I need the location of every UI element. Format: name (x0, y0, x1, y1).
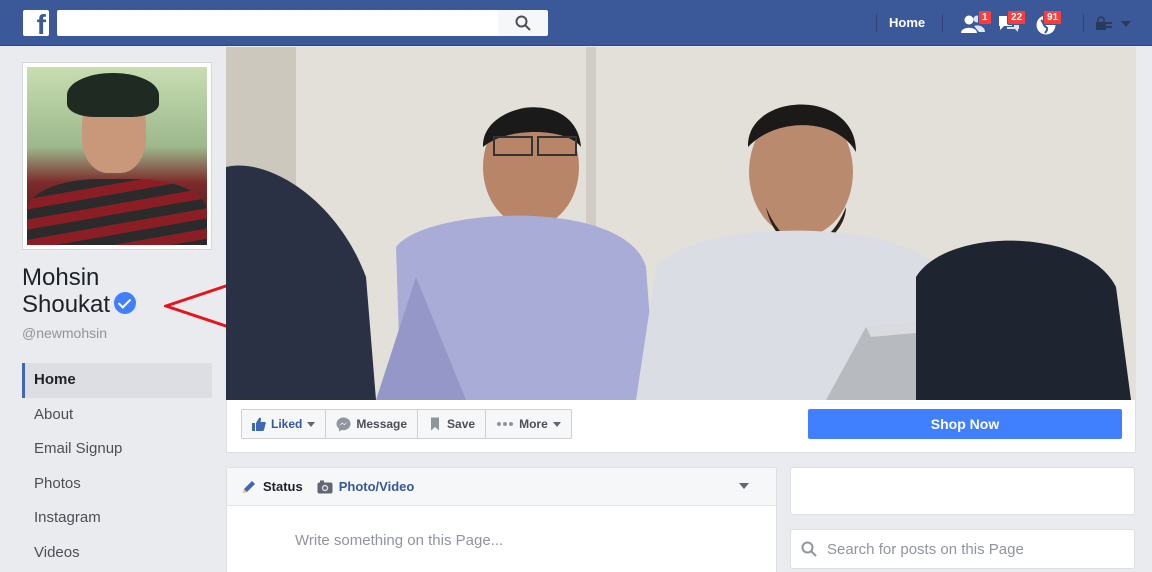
friend-requests-button[interactable]: 1 (958, 10, 992, 38)
photo-shirt (27, 179, 207, 245)
sidebar-item-about[interactable]: About (22, 398, 212, 433)
page-sidebar-nav: Home About Email Signup Photos Instagram… (22, 363, 212, 570)
facebook-logo-icon[interactable]: f (23, 10, 49, 36)
page-name-line2-text: Shoukat (22, 291, 111, 318)
pencil-icon (243, 480, 255, 493)
shop-now-button[interactable]: Shop Now (808, 409, 1122, 439)
sidebar-item-videos[interactable]: Videos (22, 536, 212, 571)
lock-icon (1096, 16, 1131, 30)
profile-photo (27, 67, 207, 245)
top-navigation-bar: f Home 1 22 91 (0, 0, 1152, 46)
logo-letter: f (36, 10, 46, 37)
more-label: More (519, 417, 548, 431)
cover-photo[interactable] (226, 47, 1136, 400)
composer-text-input[interactable]: Write something on this Page... (295, 532, 503, 549)
page-posts-search-placeholder: Search for posts on this Page (827, 540, 1024, 558)
page-username[interactable]: @newmohsin (22, 325, 107, 341)
search-button[interactable] (498, 10, 548, 36)
search-icon (515, 15, 531, 31)
cover-photo-illustration (226, 47, 1136, 400)
page-action-buttons: Liked Message Save More (241, 409, 572, 439)
chevron-down-icon (552, 421, 561, 427)
search-input[interactable] (57, 10, 498, 36)
composer-tabs: Status Photo/Video (227, 468, 776, 506)
page-name-line2: Shoukat (22, 291, 137, 318)
messages-badge: 22 (1007, 10, 1027, 25)
liked-label: Liked (271, 417, 303, 431)
thumbs-up-icon (252, 417, 266, 431)
tab-status-label: Status (263, 479, 303, 494)
message-label: Message (356, 417, 408, 431)
save-label: Save (447, 417, 476, 431)
more-button[interactable]: More (486, 410, 571, 438)
camera-icon (317, 480, 333, 493)
friend-requests-badge: 1 (978, 10, 992, 25)
liked-button[interactable]: Liked (242, 410, 327, 438)
sidebar-item-home[interactable]: Home (22, 363, 212, 398)
divider (876, 14, 877, 32)
search-icon (801, 541, 817, 557)
chevron-down-icon[interactable] (739, 483, 749, 489)
home-link[interactable]: Home (889, 15, 925, 30)
messenger-icon (336, 417, 351, 431)
sidebar-item-email-signup[interactable]: Email Signup (22, 432, 212, 467)
account-menu-button[interactable] (1093, 10, 1139, 38)
bookmark-icon (431, 417, 440, 431)
page-name-line1: Mohsin (22, 264, 100, 291)
page-title[interactable]: Mohsin Shoukat (22, 264, 137, 318)
verified-badge-icon (114, 292, 137, 314)
photo-hair (67, 73, 159, 117)
page-action-bar: Liked Message Save More Shop Now (226, 400, 1136, 453)
tab-status[interactable]: Status (241, 479, 303, 495)
sidebar-item-photos[interactable]: Photos (22, 467, 212, 502)
save-button[interactable]: Save (418, 410, 487, 438)
page-posts-search[interactable]: Search for posts on this Page (790, 529, 1135, 569)
messages-button[interactable]: 22 (995, 10, 1027, 38)
more-dots-icon (497, 422, 514, 426)
notifications-badge: 91 (1043, 10, 1063, 25)
divider (1083, 14, 1084, 32)
post-composer: Status Photo/Video Write something on th… (226, 467, 777, 572)
tab-photo-video-label: Photo/Video (338, 479, 415, 494)
tab-photo-video[interactable]: Photo/Video (317, 479, 415, 494)
right-column-card (790, 467, 1135, 515)
sidebar-item-instagram[interactable]: Instagram (22, 501, 212, 536)
chevron-down-icon (307, 421, 316, 427)
profile-picture[interactable] (22, 62, 212, 250)
message-button[interactable]: Message (326, 410, 419, 438)
notifications-button[interactable]: 91 (1033, 10, 1063, 38)
divider (942, 14, 943, 32)
